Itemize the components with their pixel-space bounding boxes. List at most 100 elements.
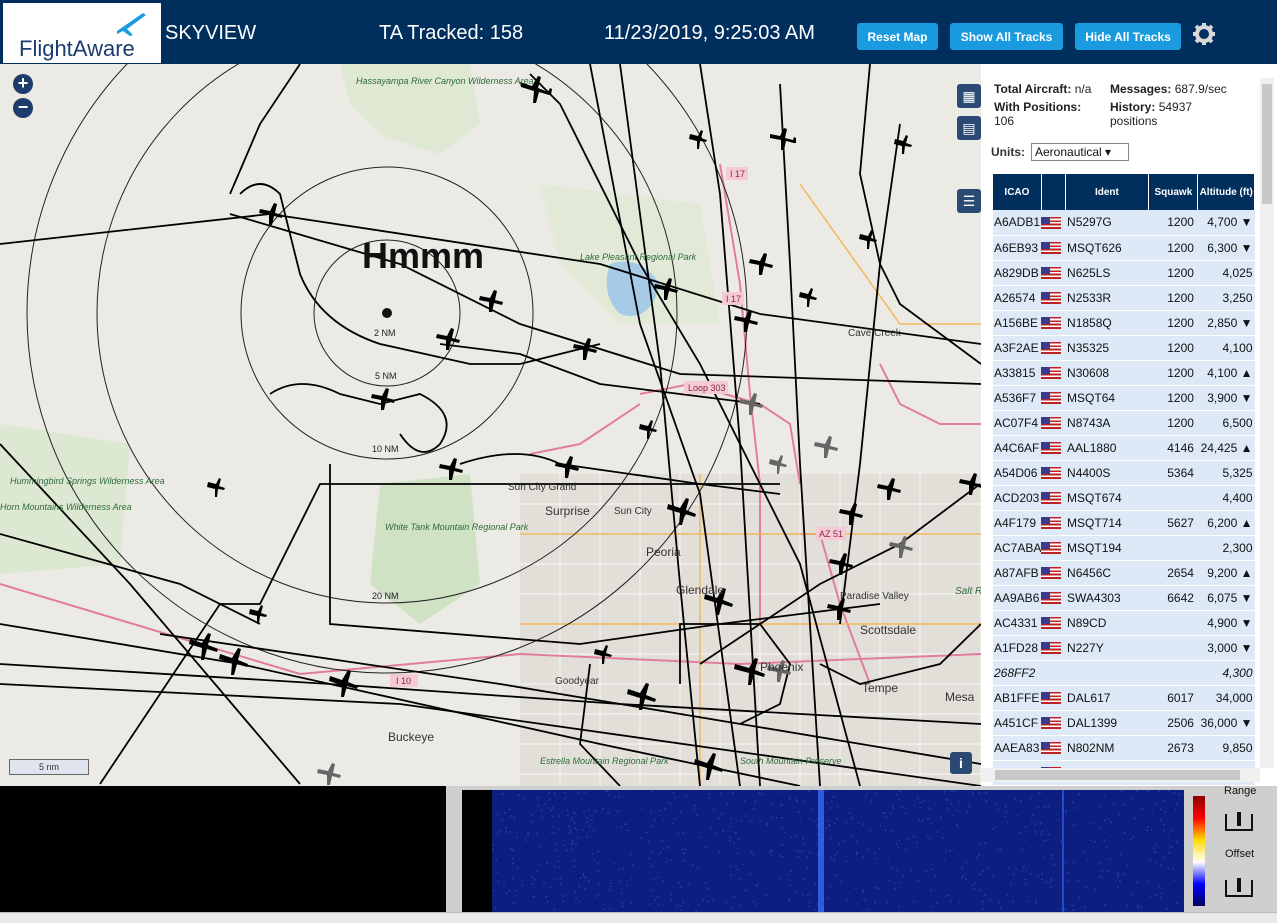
flag-cell (1041, 560, 1066, 586)
signal-band (1062, 790, 1064, 912)
table-row[interactable]: A26574 N2533R 1200 3,250 (993, 285, 1255, 311)
column-ident[interactable]: Ident (1065, 174, 1150, 210)
table-row[interactable]: ACD203 MSQT674 4,400 (993, 485, 1255, 511)
table-row[interactable]: A87AFB N6456C 2654 9,200 ▲ (993, 560, 1255, 586)
noise-speck (943, 858, 945, 861)
columns-icon[interactable]: ☰ (957, 189, 981, 213)
noise-speck (1117, 872, 1119, 875)
table-row[interactable]: 268FF2 4,300 (993, 660, 1255, 686)
map-canvas[interactable]: 2 NM 5 NM 10 NM 20 NM Hassayampa River C… (0, 64, 981, 786)
table-row[interactable]: AB1FFE DAL617 6017 34,000 (993, 685, 1255, 711)
noise-speck (913, 836, 915, 838)
noise-speck (1117, 874, 1120, 876)
noise-speck (856, 903, 858, 905)
noise-speck (1074, 823, 1076, 825)
noise-speck (996, 803, 998, 805)
noise-speck (944, 850, 947, 853)
noise-speck (1043, 806, 1046, 808)
column-icao[interactable]: ICAO (993, 174, 1042, 210)
noise-speck (676, 904, 678, 907)
gear-icon[interactable] (1192, 22, 1216, 46)
noise-speck (898, 798, 900, 800)
table-row[interactable]: A3F2AE N35325 1200 4,100 (993, 335, 1255, 361)
noise-speck (607, 812, 610, 814)
table-row[interactable]: AC7ABA MSQT194 2,300 (993, 535, 1255, 561)
table-row[interactable]: AC4331 N89CD 4,900 ▼ (993, 610, 1255, 636)
column-squawk[interactable]: Squawk (1148, 174, 1199, 210)
aircraft-marker (371, 388, 395, 410)
noise-speck (770, 850, 772, 852)
column-flag[interactable] (1041, 174, 1066, 210)
noise-speck (816, 825, 818, 827)
table-row[interactable]: AC07F4 N8743A 1200 6,500 (993, 410, 1255, 436)
noise-speck (1119, 853, 1122, 856)
noise-speck (1037, 874, 1039, 877)
table-row[interactable]: A33815 N30608 1200 4,100 ▲ (993, 360, 1255, 386)
noise-speck (735, 866, 737, 868)
range-slider-icon[interactable] (1224, 810, 1254, 832)
noise-speck (1130, 838, 1132, 840)
noise-speck (620, 826, 623, 828)
noise-speck (903, 807, 905, 809)
horizontal-scroll-thumb[interactable] (995, 770, 1240, 780)
table-row[interactable]: A156BE N1858Q 1200 2,850 ▼ (993, 310, 1255, 336)
noise-speck (1031, 820, 1033, 823)
noise-speck (1027, 900, 1030, 902)
table-row[interactable]: A536F7 MSQT64 1200 3,900 ▼ (993, 385, 1255, 411)
waterfall-display[interactable] (462, 790, 1184, 912)
logo-text: FlightAware (19, 36, 135, 61)
table-row[interactable]: A451CF DAL1399 2506 36,000 ▼ (993, 710, 1255, 736)
noise-speck (1151, 812, 1153, 815)
reset-map-button[interactable]: Reset Map (857, 23, 938, 50)
squawk-cell (1148, 635, 1198, 661)
noise-speck (597, 870, 600, 872)
altitude-cell: 4,900 ▼ (1197, 610, 1255, 636)
messages-stat: Messages: 687.9/sec (1110, 82, 1227, 96)
table-row[interactable]: A6ADB1 N5297G 1200 4,700 ▼ (993, 210, 1255, 236)
map-layers-icon[interactable]: ▦ (957, 84, 981, 108)
offset-slider-icon[interactable] (1224, 876, 1254, 898)
units-select[interactable]: Aeronautical ▾ (1031, 143, 1129, 161)
noise-speck (877, 887, 880, 890)
noise-speck (837, 806, 839, 808)
zoom-in-button[interactable]: + (13, 74, 33, 94)
table-row[interactable]: A6EB93 MSQT626 1200 6,300 ▼ (993, 235, 1255, 261)
noise-speck (680, 811, 682, 814)
table-row[interactable]: A54D06 N4400S 5364 5,325 (993, 460, 1255, 486)
info-button[interactable]: i (950, 752, 972, 774)
noise-speck (641, 807, 644, 809)
noise-speck (662, 880, 664, 882)
noise-speck (650, 865, 653, 867)
table-row[interactable]: AA9AB6 SWA4303 6642 6,075 ▼ (993, 585, 1255, 611)
flightaware-logo[interactable]: FlightAware (3, 3, 161, 63)
noise-speck (1049, 886, 1052, 888)
ident-cell (1065, 660, 1149, 686)
vertical-scroll-thumb[interactable] (1262, 84, 1272, 204)
show-all-tracks-button[interactable]: Show All Tracks (950, 23, 1063, 50)
noise-speck (729, 840, 731, 842)
noise-speck (855, 853, 858, 855)
zoom-out-button[interactable]: − (13, 98, 33, 118)
squawk-cell: 6017 (1148, 685, 1198, 711)
table-row[interactable]: AAEA83 N802NM 2673 9,850 (993, 735, 1255, 761)
hide-all-tracks-button[interactable]: Hide All Tracks (1075, 23, 1181, 50)
map-view[interactable]: 2 NM 5 NM 10 NM 20 NM Hassayampa River C… (0, 64, 981, 786)
table-row[interactable]: A829DB N625LS 1200 4,025 (993, 260, 1255, 286)
table-row[interactable]: A4F179 MSQT714 5627 6,200 ▲ (993, 510, 1255, 536)
grid-icon[interactable]: ▤ (957, 116, 981, 140)
noise-speck (572, 840, 574, 842)
noise-speck (836, 851, 839, 854)
noise-speck (1041, 878, 1043, 880)
noise-speck (583, 811, 585, 814)
noise-speck (1090, 839, 1092, 842)
us-flag-icon (1041, 517, 1062, 530)
noise-speck (1032, 814, 1034, 816)
icao-cell: A33815 (993, 360, 1042, 386)
noise-speck (1007, 821, 1009, 823)
noise-speck (554, 879, 557, 881)
table-row[interactable]: A1FD28 N227Y 3,000 ▼ (993, 635, 1255, 661)
noise-speck (1176, 803, 1178, 806)
table-row[interactable]: A4C6AF AAL1880 4146 24,425 ▲ (993, 435, 1255, 461)
column-altitude[interactable]: Altitude (ft) (1197, 174, 1255, 210)
icao-cell: AB1FFE (993, 685, 1042, 711)
